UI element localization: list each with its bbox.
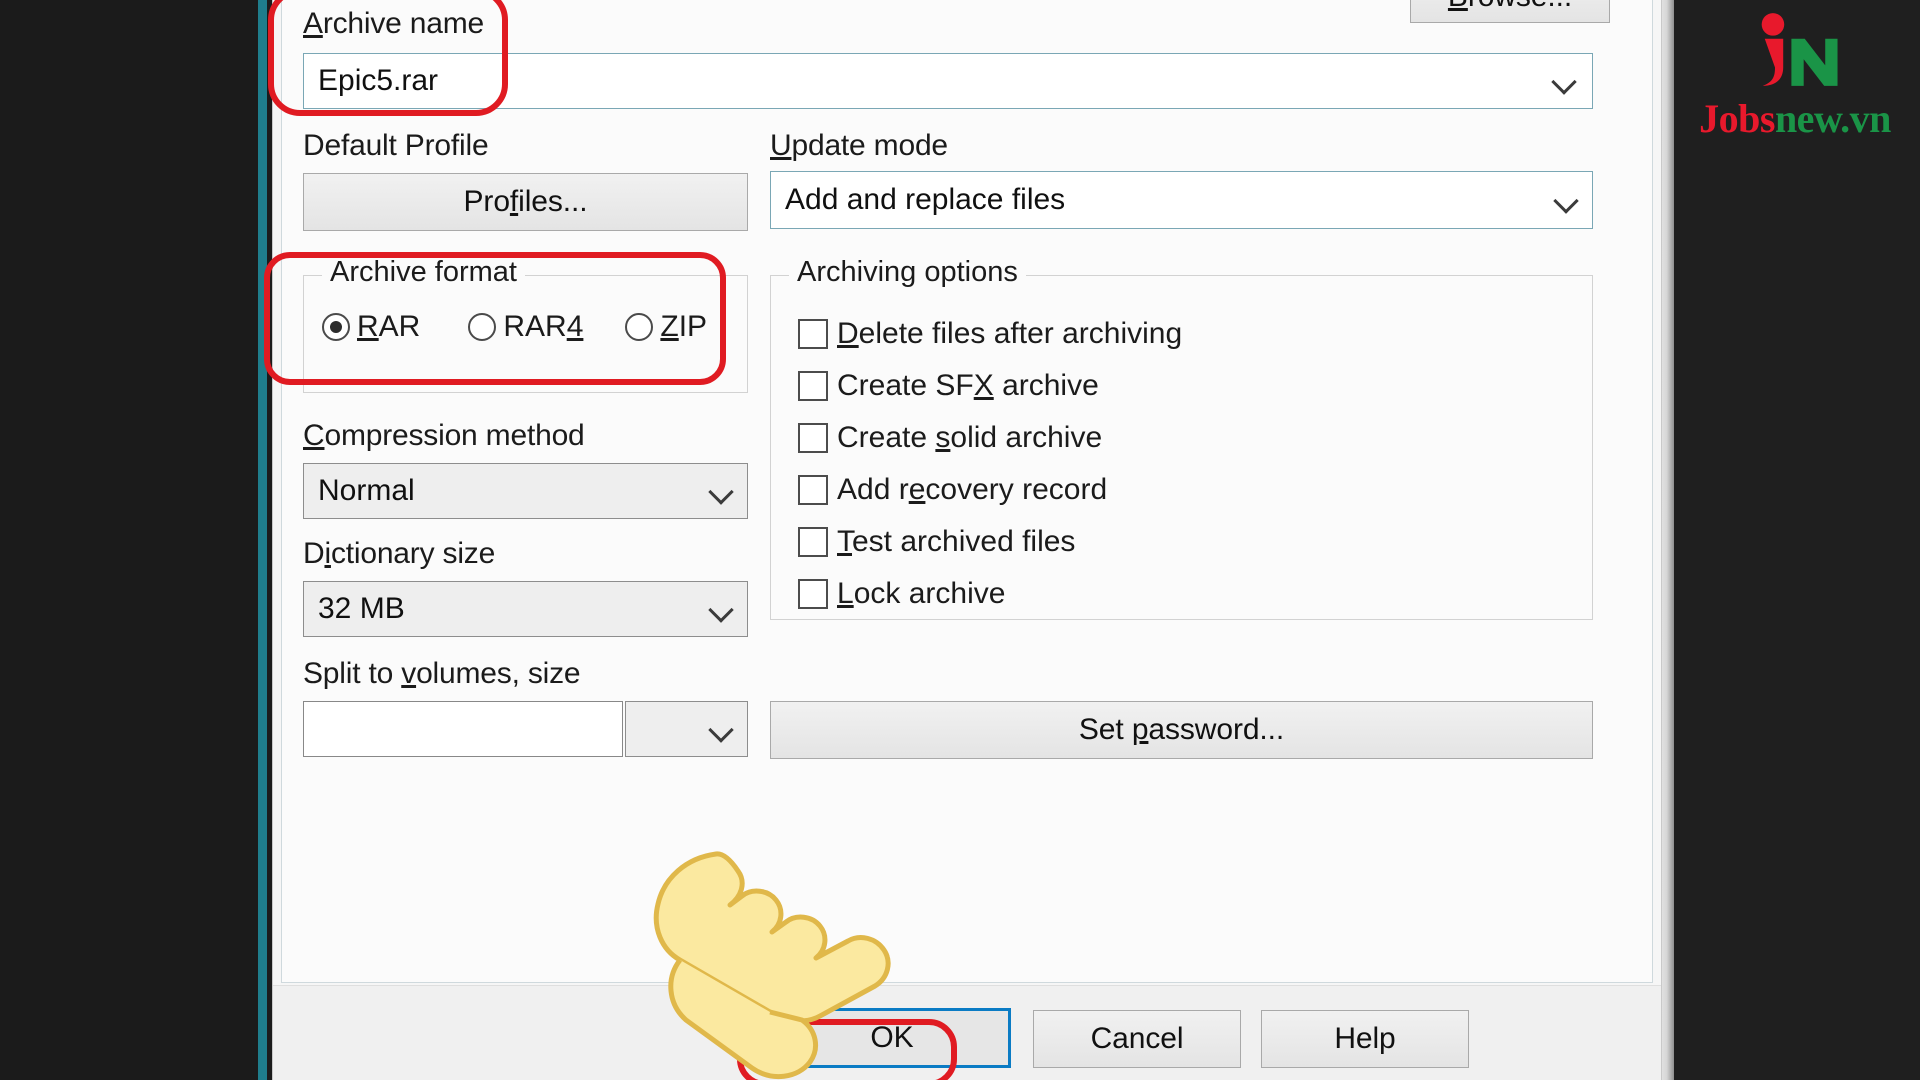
update-mode-value: Add and replace files [785, 183, 1066, 216]
compression-method-select[interactable]: Normal [303, 463, 748, 519]
radio-indicator[interactable] [468, 313, 497, 341]
archive-name-value: Epic5.rar [318, 64, 439, 97]
update-mode-label: Update mode [770, 129, 948, 162]
jobsnew-logo-icon [1761, 13, 1838, 86]
wordmark-red: Jobs [1699, 96, 1775, 141]
help-button-label: Help [1334, 1022, 1396, 1055]
archive-name-accel: A [303, 7, 323, 40]
cancel-button[interactable]: Cancel [1033, 1010, 1241, 1068]
update-mode-select[interactable]: Add and replace files [770, 171, 1593, 229]
radio-rar4[interactable]: RAR4 [468, 310, 583, 344]
compression-method-accel: C [303, 419, 325, 452]
jobsnew-watermark: Jobsnew.vn [1690, 8, 1900, 148]
default-profile-label: Default Profile [303, 129, 489, 163]
checkbox-delete-files-after-archiving[interactable]: Delete files after archiving [798, 317, 1182, 351]
checkbox-lock-archive[interactable]: Lock archive [798, 577, 1005, 611]
split-volumes-input[interactable] [303, 701, 623, 757]
set-password-button-label: Set password... [1078, 713, 1285, 746]
screen: Archive name Epic5.rar Browse... Default… [0, 0, 1920, 1080]
browse-button[interactable]: Browse... [1410, 0, 1610, 23]
checkbox-indicator[interactable] [798, 527, 828, 557]
chevron-down-icon[interactable] [709, 596, 735, 622]
archive-format-group: Archive format RAR RAR4 ZIP [303, 256, 748, 393]
checkbox-add-recovery-record[interactable]: Add recovery record [798, 473, 1107, 507]
radio-indicator[interactable] [625, 313, 654, 341]
dictionary-size-label: Dictionary size [303, 537, 496, 570]
help-button[interactable]: Help [1261, 1010, 1469, 1068]
checkbox-create-sfx-archive[interactable]: Create SFX archive [798, 369, 1099, 403]
archive-name-label-rest: rchive name [322, 7, 485, 40]
dialog-footer: OK Cancel Help [273, 985, 1661, 1080]
checkbox-indicator[interactable] [798, 579, 828, 609]
profiles-button[interactable]: Profiles... [303, 173, 748, 231]
split-volumes-label: Split to volumes, size [303, 657, 581, 690]
compression-method-value: Normal [318, 474, 415, 507]
checkbox-test-archived-files[interactable]: Test archived files [798, 525, 1075, 559]
radio-rar[interactable]: RAR [322, 310, 420, 344]
desktop-backdrop-right [1658, 0, 1920, 1080]
compression-method-label: Compression method [303, 419, 585, 452]
update-mode-accel: U [770, 129, 792, 162]
pointing-hand-cursor [653, 851, 891, 1080]
profiles-button-label: Profiles... [463, 185, 588, 218]
archive-name-input[interactable]: Epic5.rar [303, 53, 1593, 109]
radio-indicator[interactable] [322, 313, 350, 341]
chevron-down-icon[interactable] [709, 478, 735, 504]
cancel-button-label: Cancel [1090, 1022, 1184, 1055]
jobsnew-wordmark: Jobsnew.vn [1690, 95, 1900, 142]
default-profile-label-text: Default Profile [303, 129, 489, 162]
split-volumes-accel: v [401, 657, 417, 690]
dictionary-size-value: 32 MB [318, 592, 405, 625]
checkbox-indicator[interactable] [798, 475, 828, 505]
split-volumes-unit-select[interactable] [625, 701, 748, 757]
dictionary-size-select[interactable]: 32 MB [303, 581, 748, 637]
archive-name-label: Archive name [303, 7, 484, 41]
archive-format-title: Archive format [322, 256, 525, 289]
radio-zip[interactable]: ZIP [625, 310, 707, 344]
archiving-options-title: Archiving options [789, 256, 1026, 289]
checkbox-create-solid-archive[interactable]: Create solid archive [798, 421, 1102, 455]
chevron-down-icon[interactable] [1554, 187, 1580, 213]
browse-button-label: Browse... [1448, 0, 1572, 14]
checkbox-indicator[interactable] [798, 423, 828, 453]
checkbox-indicator[interactable] [798, 371, 828, 401]
chevron-down-icon[interactable] [709, 716, 735, 742]
desktop-backdrop-left [0, 0, 262, 1080]
set-password-button[interactable]: Set password... [770, 701, 1593, 759]
archive-name-and-parameters-dialog: Archive name Epic5.rar Browse... Default… [272, 0, 1662, 1080]
wordmark-green: new.vn [1774, 96, 1891, 141]
accent-bar [258, 0, 267, 1080]
checkbox-indicator[interactable] [798, 319, 828, 349]
archive-format-radio-row: RAR RAR4 ZIP [322, 310, 707, 344]
chevron-down-icon[interactable] [1552, 68, 1578, 94]
